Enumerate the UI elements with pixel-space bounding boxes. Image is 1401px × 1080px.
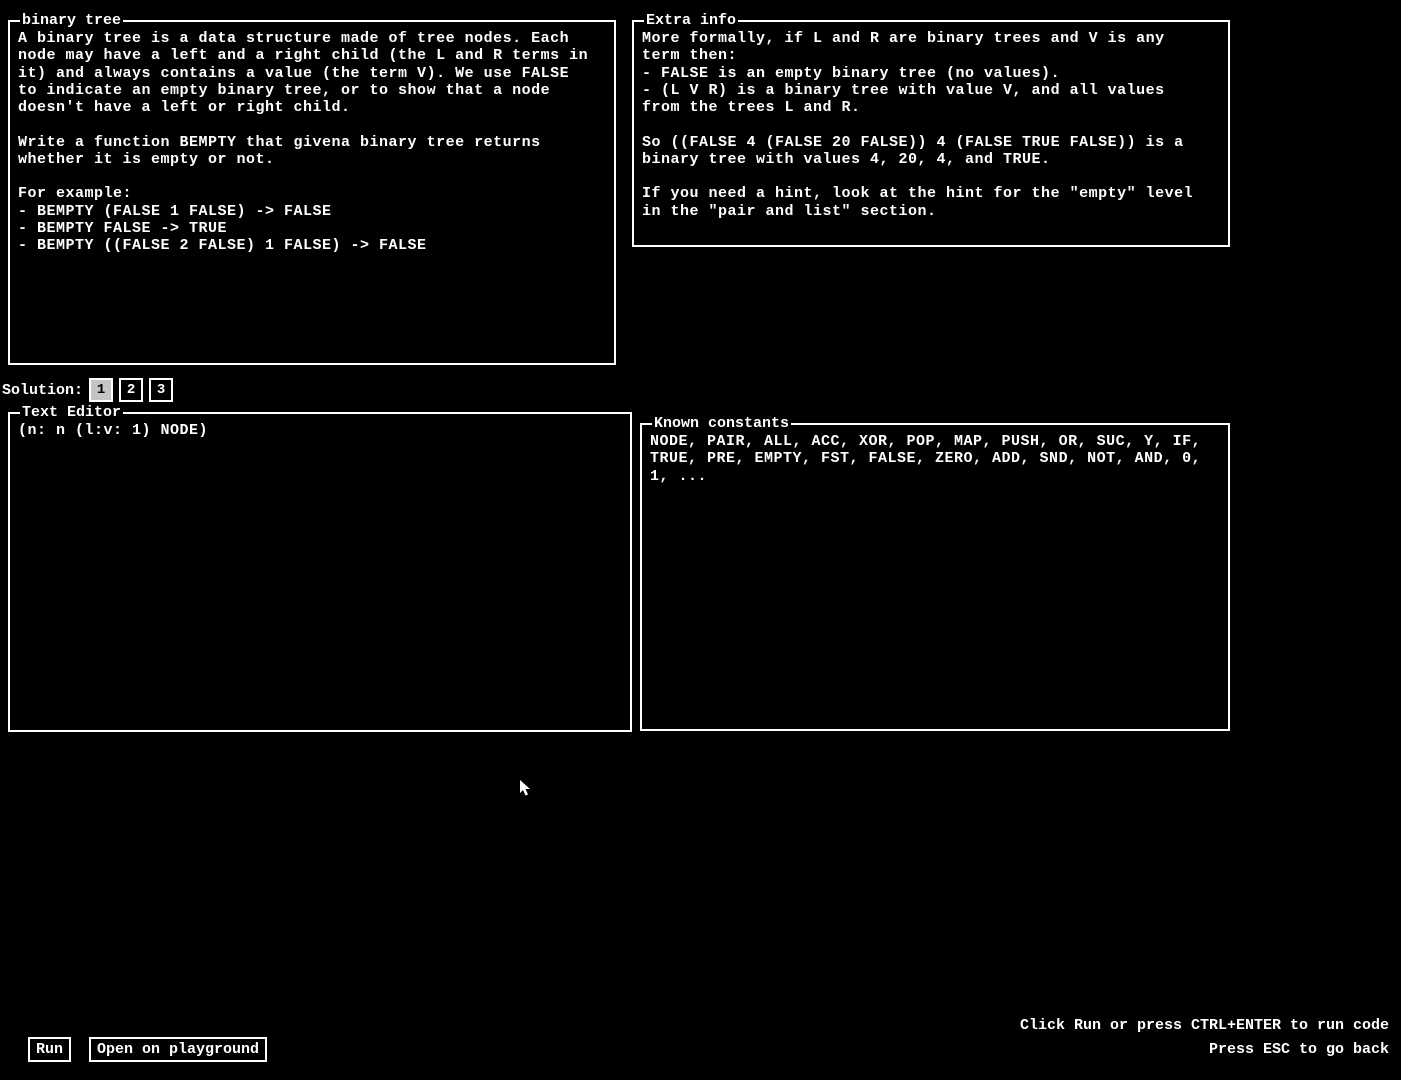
footer-buttons: Run Open on playground [28, 1037, 267, 1062]
solution-tab-2[interactable]: 2 [119, 378, 143, 402]
solution-label: Solution: [2, 382, 83, 399]
solution-tab-3[interactable]: 3 [149, 378, 173, 402]
extra-info-panel: Extra info More formally, if L and R are… [632, 20, 1230, 247]
footer: Run Open on playground Click Run or pres… [28, 1014, 1389, 1062]
problem-panel: binary tree A binary tree is a data stru… [8, 20, 616, 365]
extra-info-title: Extra info [644, 12, 738, 29]
run-hint: Click Run or press CTRL+ENTER to run cod… [1020, 1014, 1389, 1038]
mouse-cursor-icon [520, 780, 532, 798]
run-button[interactable]: Run [28, 1037, 71, 1062]
known-constants-body: NODE, PAIR, ALL, ACC, XOR, POP, MAP, PUS… [642, 425, 1228, 493]
known-constants-panel: Known constants NODE, PAIR, ALL, ACC, XO… [640, 423, 1230, 731]
footer-hints: Click Run or press CTRL+ENTER to run cod… [1020, 1014, 1389, 1062]
problem-title: binary tree [20, 12, 123, 29]
solution-tab-1[interactable]: 1 [89, 378, 113, 402]
extra-info-body: More formally, if L and R are binary tre… [634, 22, 1228, 228]
problem-body: A binary tree is a data structure made o… [10, 22, 614, 262]
open-playground-button[interactable]: Open on playground [89, 1037, 267, 1062]
back-hint: Press ESC to go back [1020, 1038, 1389, 1062]
known-constants-title: Known constants [652, 415, 791, 432]
solution-tabs-row: Solution: 1 2 3 [2, 378, 173, 402]
text-editor-title: Text Editor [20, 404, 123, 421]
text-editor-input[interactable] [10, 414, 630, 730]
text-editor-panel: Text Editor [8, 412, 632, 732]
